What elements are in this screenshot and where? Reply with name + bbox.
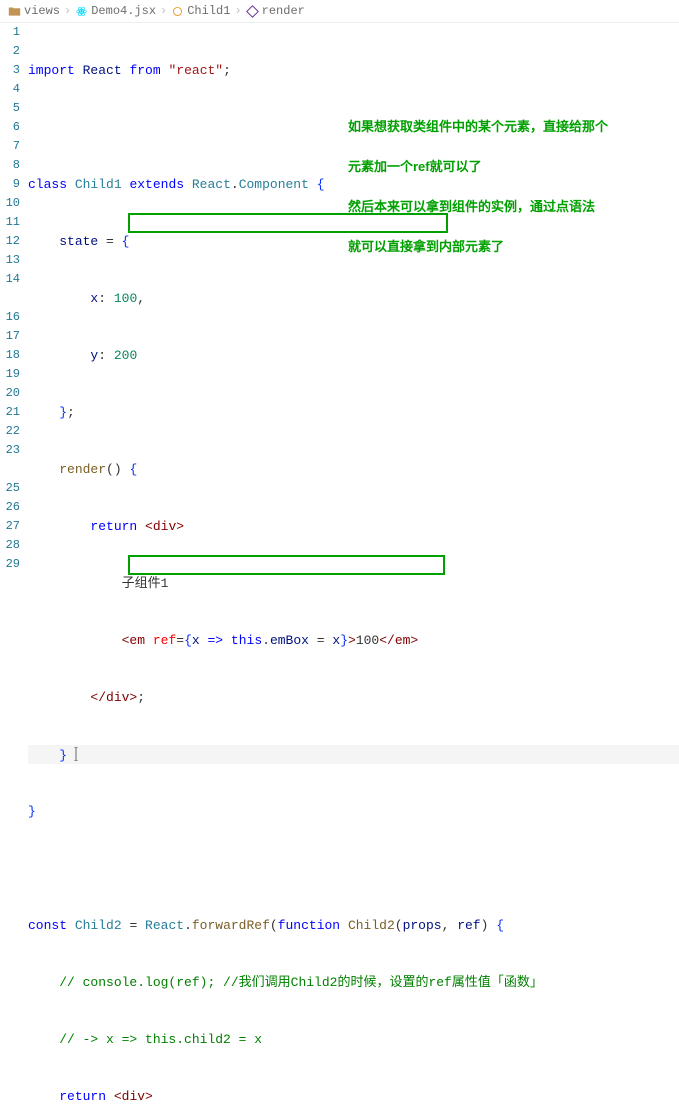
code-line[interactable]: const Child2 = React.forwardRef(function… — [28, 916, 679, 935]
breadcrumb: views › Demo4.jsx › Child1 › render — [0, 0, 679, 23]
chevron-right-icon: › — [160, 4, 167, 18]
code-line[interactable]: <em ref={x => this.emBox = x}>100</em> — [28, 631, 679, 650]
breadcrumb-class[interactable]: Child1 — [171, 4, 230, 18]
code-line[interactable]: return <div> — [28, 517, 679, 536]
chevron-right-icon: › — [234, 4, 241, 18]
line-number-gutter: 1 2 3 4 5 6 7 8 9 10 11 12 13 14 16 17 1… — [0, 23, 28, 1112]
highlight-box — [128, 555, 445, 575]
code-line[interactable] — [28, 859, 679, 878]
code-line[interactable]: </div>; — [28, 688, 679, 707]
code-line[interactable]: }; — [28, 403, 679, 422]
code-line[interactable]: y: 200 — [28, 346, 679, 365]
code-editor[interactable]: 1 2 3 4 5 6 7 8 9 10 11 12 13 14 16 17 1… — [0, 23, 679, 1112]
breadcrumb-folder[interactable]: views — [8, 4, 60, 18]
code-line[interactable]: import React from "react"; — [28, 61, 679, 80]
code-line[interactable]: render() { — [28, 460, 679, 479]
breadcrumb-method[interactable]: render — [246, 4, 305, 18]
code-line[interactable]: return <div> — [28, 1087, 679, 1106]
react-icon — [75, 5, 88, 18]
text-cursor-icon — [71, 747, 81, 767]
code-line[interactable]: // console.log(ref); //我们调用Child2的时候，设置的… — [28, 973, 679, 992]
code-line[interactable]: x: 100, — [28, 289, 679, 308]
class-icon — [171, 5, 184, 18]
code-line[interactable]: // -> x => this.child2 = x — [28, 1030, 679, 1049]
method-icon — [246, 5, 259, 18]
chevron-right-icon: › — [64, 4, 71, 18]
code-area[interactable]: import React from "react"; class Child1 … — [28, 23, 679, 1112]
folder-icon — [8, 5, 21, 18]
annotation-overlay: 如果想获取类组件中的某个元素，直接给那个 元素加一个ref就可以了 然后本来可以… — [348, 97, 608, 277]
breadcrumb-file[interactable]: Demo4.jsx — [75, 4, 156, 18]
code-line[interactable]: 子组件1 — [28, 574, 679, 593]
code-line[interactable]: } — [28, 802, 679, 821]
code-line[interactable]: } — [28, 745, 679, 764]
